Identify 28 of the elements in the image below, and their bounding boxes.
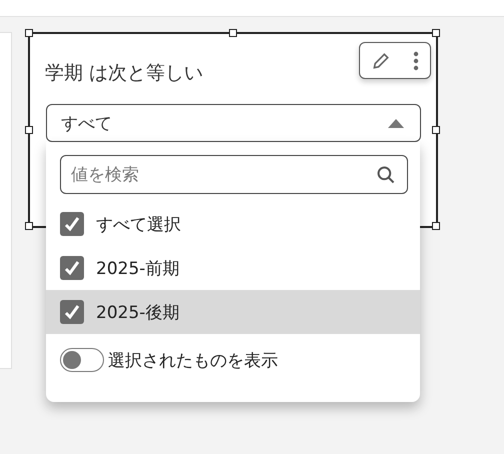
resize-handle[interactable] bbox=[432, 222, 440, 230]
resize-handle[interactable] bbox=[229, 29, 237, 37]
option-row[interactable]: 2025-後期 bbox=[46, 290, 420, 334]
search-icon bbox=[376, 165, 396, 185]
filter-title: 学期 は次と等しい bbox=[45, 61, 204, 86]
check-icon bbox=[64, 216, 80, 232]
option-row[interactable]: すべて選択 bbox=[46, 202, 420, 246]
resize-handle[interactable] bbox=[25, 29, 33, 37]
option-label: 2025-後期 bbox=[96, 302, 180, 324]
resize-handle[interactable] bbox=[25, 126, 33, 134]
check-icon bbox=[64, 304, 80, 320]
edit-icon[interactable] bbox=[371, 50, 391, 70]
option-label: すべて選択 bbox=[96, 214, 181, 236]
search-field[interactable]: 値を検索 bbox=[60, 155, 408, 194]
check-icon bbox=[64, 260, 80, 276]
resize-handle[interactable] bbox=[25, 222, 33, 230]
checkbox[interactable] bbox=[60, 256, 84, 280]
toggle-switch[interactable] bbox=[60, 348, 104, 372]
checkbox[interactable] bbox=[60, 300, 84, 324]
caret-icon bbox=[388, 118, 404, 128]
more-icon[interactable] bbox=[413, 50, 419, 70]
checkbox[interactable] bbox=[60, 212, 84, 236]
option-label: 2025-前期 bbox=[96, 258, 180, 280]
resize-handle[interactable] bbox=[432, 126, 440, 134]
filter-dropdown[interactable]: すべて bbox=[46, 104, 421, 142]
resize-handle[interactable] bbox=[432, 29, 440, 37]
toggle-label: 選択されたものを表示 bbox=[108, 350, 278, 372]
option-row[interactable]: 2025-前期 bbox=[46, 246, 420, 290]
